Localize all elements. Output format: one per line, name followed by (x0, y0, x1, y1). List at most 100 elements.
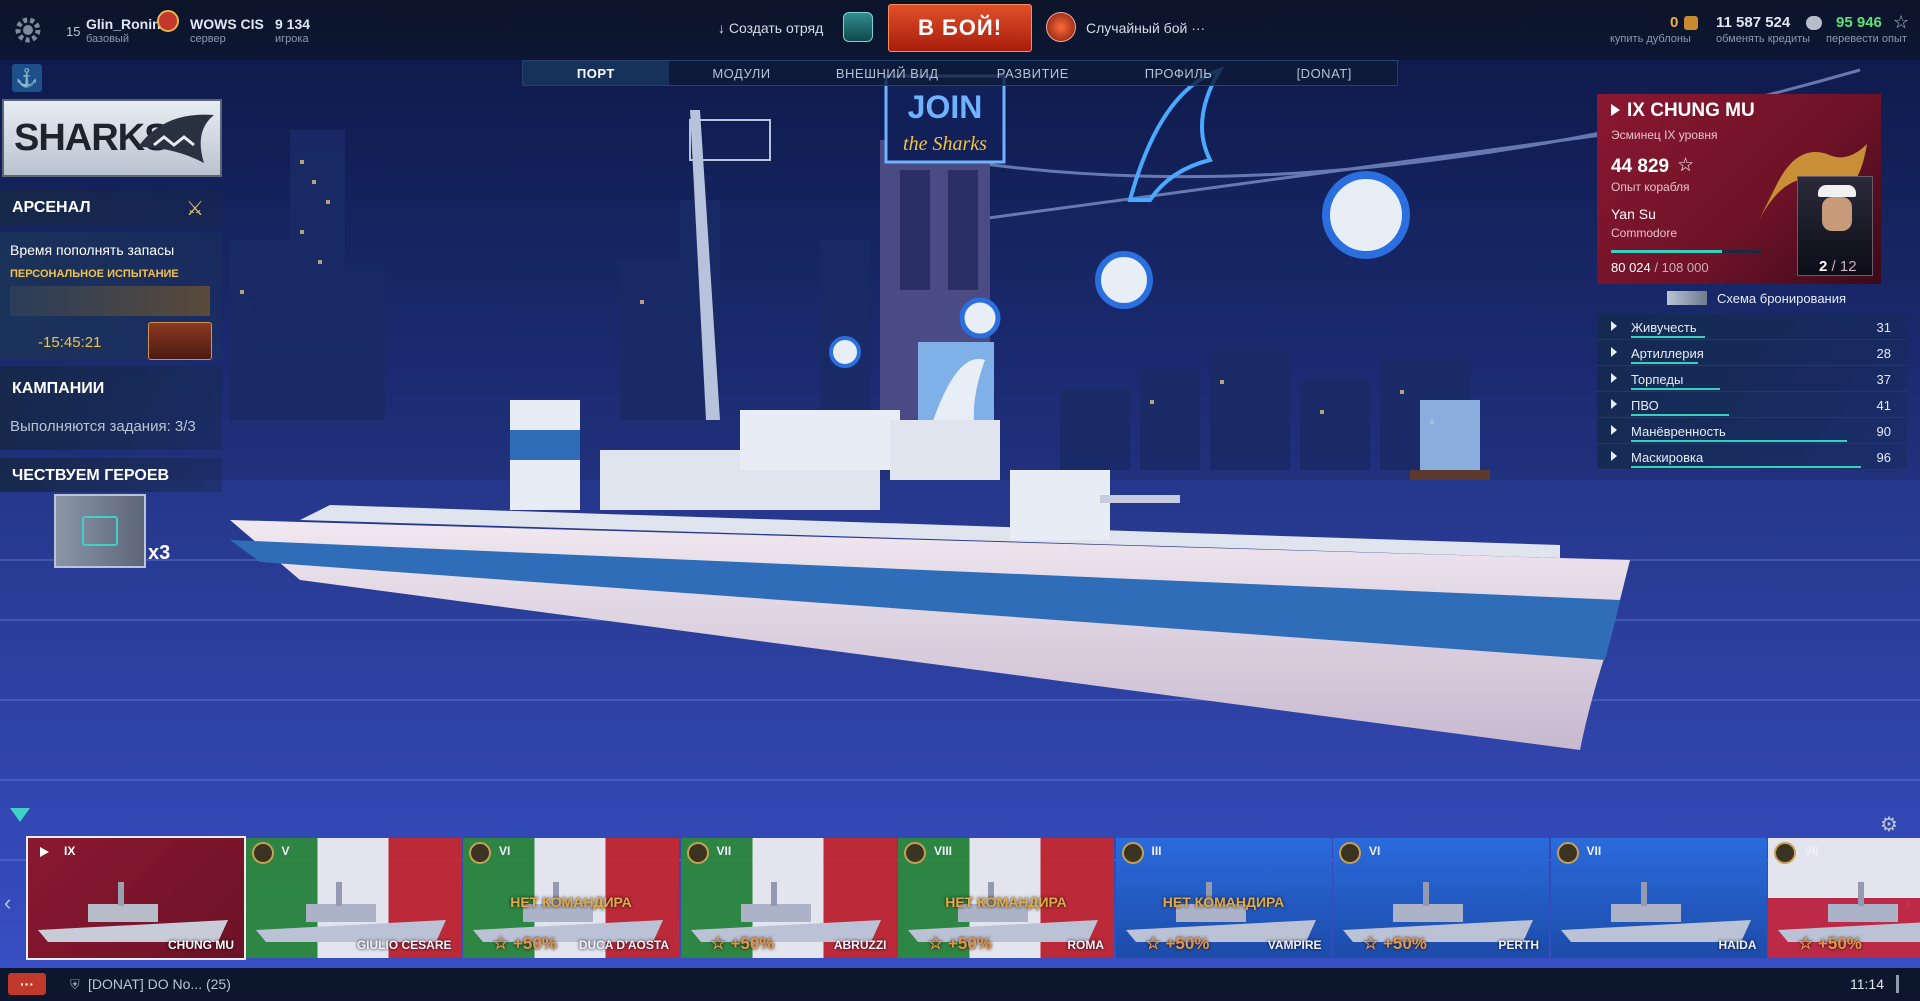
ship-name: DUCA D'AOSTA (578, 938, 669, 952)
ship-name: ROMA (1067, 938, 1104, 952)
tab-profile[interactable]: ПРОФИЛЬ (1106, 61, 1252, 85)
stat-value: 90 (1876, 424, 1891, 439)
destroyer-class-icon (40, 847, 49, 857)
stat-value: 41 (1876, 398, 1891, 413)
xp-bonus: ☆ +50% (1363, 934, 1427, 954)
ship-card[interactable]: III НЕТ КОМАНДИРА ☆ +50% VAMPIRE (1115, 838, 1332, 958)
doubloons-value[interactable]: 0 (1670, 14, 1678, 31)
bonus-star-icon: ☆ (493, 934, 513, 953)
battle-mode-icon[interactable] (1046, 12, 1076, 42)
filter-icon[interactable] (10, 808, 30, 822)
free-xp-value[interactable]: 95 946 (1836, 14, 1882, 31)
bonus-value: +50% (1165, 934, 1210, 953)
stat-row-aa[interactable]: ПВО 41 (1597, 392, 1907, 418)
ship-card[interactable]: IX CHUNG MU (26, 836, 246, 960)
commander-icon (1774, 842, 1796, 864)
ship-card[interactable]: VII ☆ +50% ABRUZZI (680, 838, 897, 958)
ship-xp-label: Опыт корабля (1611, 180, 1690, 194)
doubloons-label[interactable]: купить дублоны (1610, 33, 1691, 45)
ship-tier: III (1151, 844, 1162, 858)
top-bar: 15 Glin_Ronin базовый WOWS CIS сервер 9 … (0, 0, 1920, 60)
commander-icon (686, 842, 709, 864)
account-type: базовый (86, 33, 129, 45)
tab-research[interactable]: РАЗВИТИЕ (960, 61, 1106, 85)
ship-tier: VI (1369, 844, 1381, 858)
tab-exterior[interactable]: ВНЕШНИЙ ВИД (814, 61, 960, 85)
campaigns-title: КАМПАНИИ (12, 380, 105, 397)
arsenal-label: АРСЕНАЛ (12, 199, 91, 216)
armor-scheme-label: Схема бронирования (1717, 291, 1847, 306)
clan-banner[interactable]: SHARKS (2, 99, 222, 177)
campaigns-status: Выполняются задания: 3/3 (10, 418, 196, 435)
shark-logo-icon (138, 114, 214, 163)
settings-gear-icon[interactable] (10, 12, 46, 48)
stat-label: Артиллерия (1631, 346, 1704, 361)
players-online: 9 134 (275, 16, 311, 32)
ship-card[interactable]: VI ☆ +50% PERTH (1333, 838, 1549, 958)
ship-name: VAMPIRE (1267, 938, 1322, 952)
crate-icon (148, 322, 212, 360)
tab-port[interactable]: ПОРТ (523, 61, 669, 85)
ship-card[interactable]: VII HAIDA (1550, 838, 1767, 958)
commander-icon (469, 842, 491, 864)
battle-button[interactable]: В БОЙ! (888, 4, 1032, 52)
stat-row-artillery[interactable]: Артиллерия 28 (1597, 340, 1907, 366)
stat-row-concealment[interactable]: Маскировка 96 (1597, 444, 1907, 470)
ship-card[interactable]: VI НЕТ КОМАНДИРА ☆ +50% DUCA D'AOSTA (463, 838, 679, 958)
ship-name: HAIDA (1718, 938, 1757, 952)
create-squad-button[interactable]: ↓ Создать отряд (718, 20, 823, 36)
notification-bar-icon[interactable] (1896, 975, 1899, 993)
username[interactable]: Glin_Ronin (86, 16, 161, 32)
stat-label: Манёвренность (1631, 424, 1726, 439)
event-panel[interactable]: Время пополнять запасы ПЕРСОНАЛЬНОЕ ИСПЫ… (0, 232, 222, 360)
stat-bar (1631, 336, 1706, 338)
no-commander-label: НЕТ КОМАНДИРА (1162, 894, 1285, 910)
ship-emblem-icon (82, 516, 118, 546)
container-icon[interactable] (54, 494, 146, 568)
credits-value[interactable]: 11 587 524 (1716, 14, 1790, 31)
stat-value: 37 (1876, 372, 1891, 387)
chat-channel[interactable]: [DONAT] DO No... (25) (88, 976, 231, 992)
armor-scheme-button[interactable]: Схема бронирования (1597, 288, 1907, 310)
shield-icon: ⛨ (70, 977, 80, 992)
ship-card[interactable]: VIII НЕТ КОМАНДИРА ☆ +50% ROMA (898, 838, 1114, 958)
ship-card[interactable]: V GIULIO CESARE (245, 838, 462, 958)
bonus-value: +50% (512, 934, 557, 953)
squad-icon[interactable] (843, 12, 873, 42)
server-label: сервер (190, 33, 226, 45)
stat-row-maneuverability[interactable]: Манёвренность 90 (1597, 418, 1907, 444)
battle-mode-label: Случайный бой (1086, 20, 1188, 36)
campaigns-panel[interactable]: КАМПАНИИ Выполняются задания: 3/3 (0, 366, 222, 450)
stat-row-torpedoes[interactable]: Торпеды 37 (1597, 366, 1907, 392)
ship-card[interactable]: VII☆ +50%BLYS (1768, 838, 1920, 958)
heroes-panel[interactable]: ЧЕСТВУЕМ ГЕРОЕВ (0, 458, 222, 492)
commander-xp-max: / 108 000 (1654, 260, 1709, 275)
expand-arrow-icon (1611, 321, 1617, 331)
battle-mode-more: ··· (1191, 20, 1206, 36)
commander-name[interactable]: Yan Su (1611, 206, 1656, 222)
clan-badge-icon[interactable] (157, 10, 179, 32)
commander-icon (1556, 842, 1579, 864)
stat-row-survivability[interactable]: Живучесть 31 (1597, 314, 1907, 340)
chat-button[interactable]: ··· (8, 973, 46, 995)
stat-label: ПВО (1631, 398, 1659, 413)
battle-mode-selector[interactable]: Случайный бой ··· (1086, 20, 1205, 36)
clock: 11:14 (1850, 976, 1884, 992)
anchor-icon[interactable]: ⚓ (12, 64, 42, 92)
credits-label[interactable]: обменять кредиты (1716, 33, 1810, 45)
arsenal-button[interactable]: АРСЕНАЛ ⚔ (0, 190, 222, 226)
bonus-value: +50% (947, 934, 992, 953)
xp-bonus: ☆ +50% (1146, 934, 1210, 954)
free-xp-label[interactable]: перевести опыт (1826, 33, 1907, 45)
ship-tier: VII (716, 844, 732, 858)
tab-donat[interactable]: [DONAT] (1251, 61, 1397, 85)
event-subtitle: ПЕРСОНАЛЬНОЕ ИСПЫТАНИЕ (10, 268, 179, 280)
ship-tier: V (281, 844, 290, 858)
skill-points: 2 / 12 (1819, 258, 1857, 275)
stat-value: 28 (1876, 346, 1891, 361)
tab-modules[interactable]: МОДУЛИ (669, 61, 815, 85)
xp-bonus: ☆ +50% (1798, 934, 1862, 954)
ship-name: PERTH (1498, 938, 1539, 952)
ship-name: CHUNG MU (168, 938, 234, 952)
port-screen: JOIN the Sharks 15 Glin_Ronin базовый WO… (0, 0, 1920, 1001)
